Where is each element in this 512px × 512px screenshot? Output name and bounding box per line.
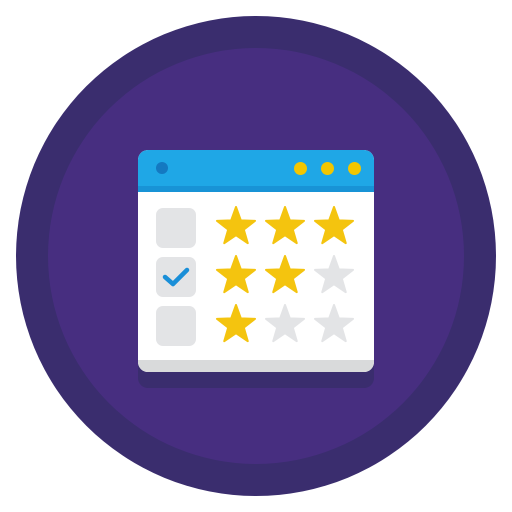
menu-dot-icon[interactable] <box>156 162 168 174</box>
rating-checkbox[interactable] <box>156 208 196 248</box>
star-icon[interactable] <box>313 205 355 247</box>
checkmark-icon <box>162 267 190 287</box>
star-icon[interactable] <box>215 254 257 296</box>
star-icon[interactable] <box>264 205 306 247</box>
control-dot-icon[interactable] <box>348 162 361 175</box>
rating-checkbox[interactable] <box>156 306 196 346</box>
star-icon[interactable] <box>264 254 306 296</box>
control-dot-icon[interactable] <box>321 162 334 175</box>
star-icon[interactable] <box>313 303 355 345</box>
rating-row <box>138 254 374 302</box>
rating-window <box>138 150 374 372</box>
rating-badge-illustration <box>0 0 512 512</box>
control-dot-icon[interactable] <box>294 162 307 175</box>
star-icon[interactable] <box>264 303 306 345</box>
star-icon[interactable] <box>215 303 257 345</box>
star-icon[interactable] <box>215 205 257 247</box>
rating-row <box>138 303 374 351</box>
window-footer <box>138 360 374 372</box>
rating-checkbox[interactable] <box>156 257 196 297</box>
star-icon[interactable] <box>313 254 355 296</box>
rating-row <box>138 205 374 253</box>
